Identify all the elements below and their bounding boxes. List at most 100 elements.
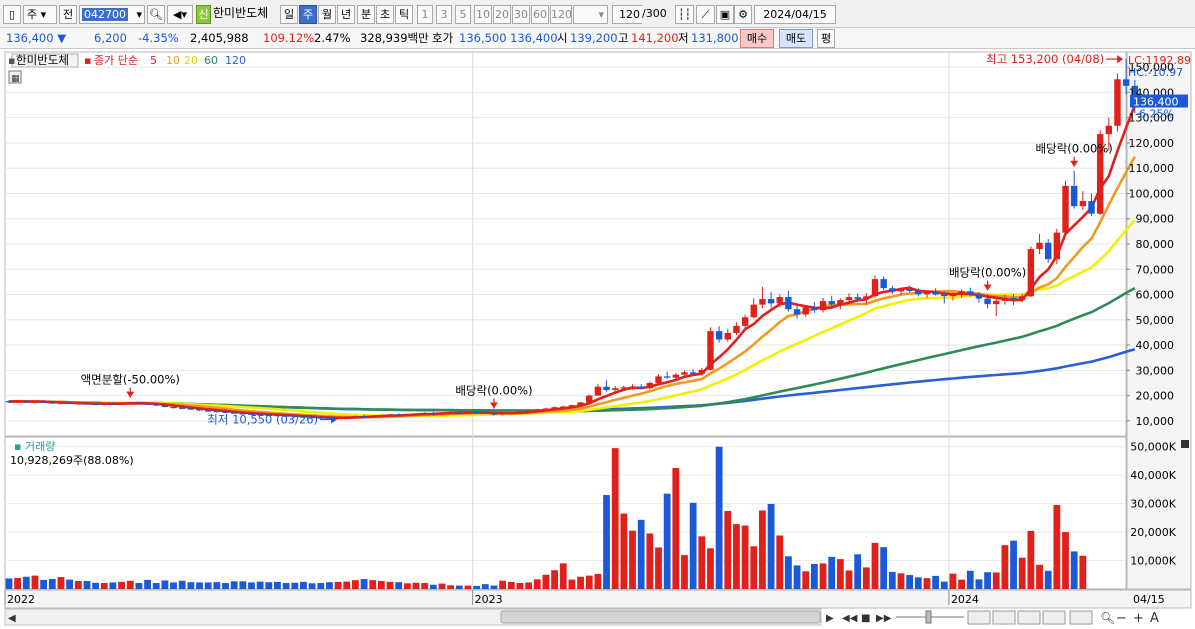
volume-bar xyxy=(239,581,247,589)
volume-bar xyxy=(655,547,662,589)
candle xyxy=(369,415,376,417)
interval-3[interactable]: 3 xyxy=(436,5,452,24)
period-week[interactable]: 주 xyxy=(299,5,317,24)
candle xyxy=(871,279,879,297)
search-icon[interactable]: 🔍︎ xyxy=(147,5,165,24)
prev-button[interactable]: 전 xyxy=(59,5,77,24)
code-input[interactable]: 042700 ▾ xyxy=(79,5,145,24)
market-select[interactable]: 주 ▾ xyxy=(23,5,57,24)
zoom-out-icon[interactable]: − xyxy=(1116,611,1127,626)
hc-label: HC:-10.97 xyxy=(1128,66,1183,79)
volume-bar xyxy=(603,495,610,589)
candle xyxy=(586,395,593,403)
layout-icon[interactable]: ▯ xyxy=(3,5,21,24)
candle-icon[interactable]: ┆┆ xyxy=(675,5,694,24)
volume-bar xyxy=(455,585,463,589)
panel-close-icon[interactable] xyxy=(1181,440,1189,448)
interval-1[interactable]: 1 xyxy=(417,5,433,24)
speaker-icon[interactable]: ◀▾ xyxy=(167,5,193,24)
candle xyxy=(560,406,567,408)
eval-button[interactable]: 평 xyxy=(817,29,835,48)
volume-bar xyxy=(48,579,56,589)
scroll-left-icon[interactable]: ◀ xyxy=(8,613,16,624)
zoom-slider-handle[interactable] xyxy=(925,610,932,624)
candle xyxy=(681,372,688,375)
period-month[interactable]: 월 xyxy=(318,5,336,24)
interval-10[interactable]: 10 xyxy=(474,5,492,24)
volume-bar xyxy=(187,582,195,589)
candle xyxy=(1027,249,1035,297)
add-icon[interactable]: + xyxy=(1133,611,1144,626)
candle xyxy=(603,386,610,391)
volume-bar xyxy=(118,581,125,589)
period-second[interactable]: 초 xyxy=(376,5,394,24)
zoom-in-icon[interactable]: 🔍︎ xyxy=(1100,611,1115,625)
zoom-width-icon[interactable] xyxy=(1017,610,1041,625)
period-day[interactable]: 일 xyxy=(280,5,298,24)
candle xyxy=(153,404,160,406)
volume-bar xyxy=(144,579,151,589)
font-size-icon[interactable]: A xyxy=(1150,611,1159,626)
y-tick-label: 40,000 xyxy=(1136,339,1175,352)
candle xyxy=(490,413,498,415)
candle xyxy=(1053,232,1061,260)
date-field[interactable]: 2024/04/15 xyxy=(754,5,836,24)
interval-60[interactable]: 60 xyxy=(531,5,549,24)
scroll-right-icon[interactable]: ▶ xyxy=(826,613,834,624)
candle xyxy=(828,301,835,305)
candle xyxy=(785,297,792,310)
volume-bar xyxy=(975,579,983,589)
x-tick-label: 2024 xyxy=(951,593,979,606)
buy-button[interactable]: 매수 xyxy=(740,29,774,48)
zoom-fit-icon[interactable] xyxy=(992,610,1016,625)
period-tick[interactable]: 틱 xyxy=(395,5,413,24)
candle xyxy=(906,289,913,291)
interval-20[interactable]: 20 xyxy=(493,5,511,24)
stop-icon[interactable]: ■ xyxy=(861,613,870,624)
count-input[interactable]: 120 xyxy=(612,5,642,24)
candle xyxy=(767,299,775,304)
volume-bar xyxy=(672,468,680,589)
volume-bar xyxy=(222,583,229,589)
volume-bar xyxy=(914,577,922,589)
candle xyxy=(412,413,420,415)
candle xyxy=(880,279,887,289)
candle xyxy=(620,387,628,389)
candle xyxy=(897,289,905,292)
legend-bullet-icon: ▪ xyxy=(84,54,91,67)
draw-tool-icon[interactable]: ⟋ xyxy=(696,5,715,24)
candle xyxy=(923,292,931,295)
rewind-icon[interactable]: ◀◀ xyxy=(842,613,858,624)
candle xyxy=(975,294,983,299)
gear-icon[interactable]: ⚙ xyxy=(734,5,752,24)
current-pct-label: -6.25% xyxy=(1135,108,1174,121)
scroll-thumb[interactable] xyxy=(500,610,821,624)
restore-icon[interactable] xyxy=(1069,610,1093,625)
save-icon[interactable]: ▣ xyxy=(716,5,734,24)
volume-bar xyxy=(871,542,879,589)
candle xyxy=(689,372,697,374)
zoom-view-icon[interactable] xyxy=(967,610,991,625)
x-tick-label: 2022 xyxy=(7,593,35,606)
volume-bar xyxy=(707,548,714,589)
interval-30[interactable]: 30 xyxy=(512,5,530,24)
price-change: 6,200 xyxy=(94,31,127,45)
period-year[interactable]: 년 xyxy=(337,5,355,24)
volume-bar xyxy=(326,582,333,589)
candle xyxy=(941,294,948,297)
sell-button[interactable]: 매도 xyxy=(779,29,813,48)
forward-icon[interactable]: ▶▶ xyxy=(876,613,892,624)
candle xyxy=(66,402,73,404)
candle xyxy=(1088,201,1095,214)
interval-dropdown[interactable]: ▾ xyxy=(573,5,608,24)
y-tick-label: 50,000 xyxy=(1136,314,1175,327)
volume-bar xyxy=(992,572,1000,589)
interval-120[interactable]: 120 xyxy=(550,5,572,24)
period-minute[interactable]: 분 xyxy=(357,5,375,24)
candle xyxy=(516,411,524,413)
volume-bar xyxy=(109,582,117,589)
zoom-area-icon[interactable] xyxy=(1042,610,1066,625)
interval-5[interactable]: 5 xyxy=(455,5,471,24)
vol-tick-label: 50,000K xyxy=(1130,441,1176,454)
candle xyxy=(707,331,714,370)
